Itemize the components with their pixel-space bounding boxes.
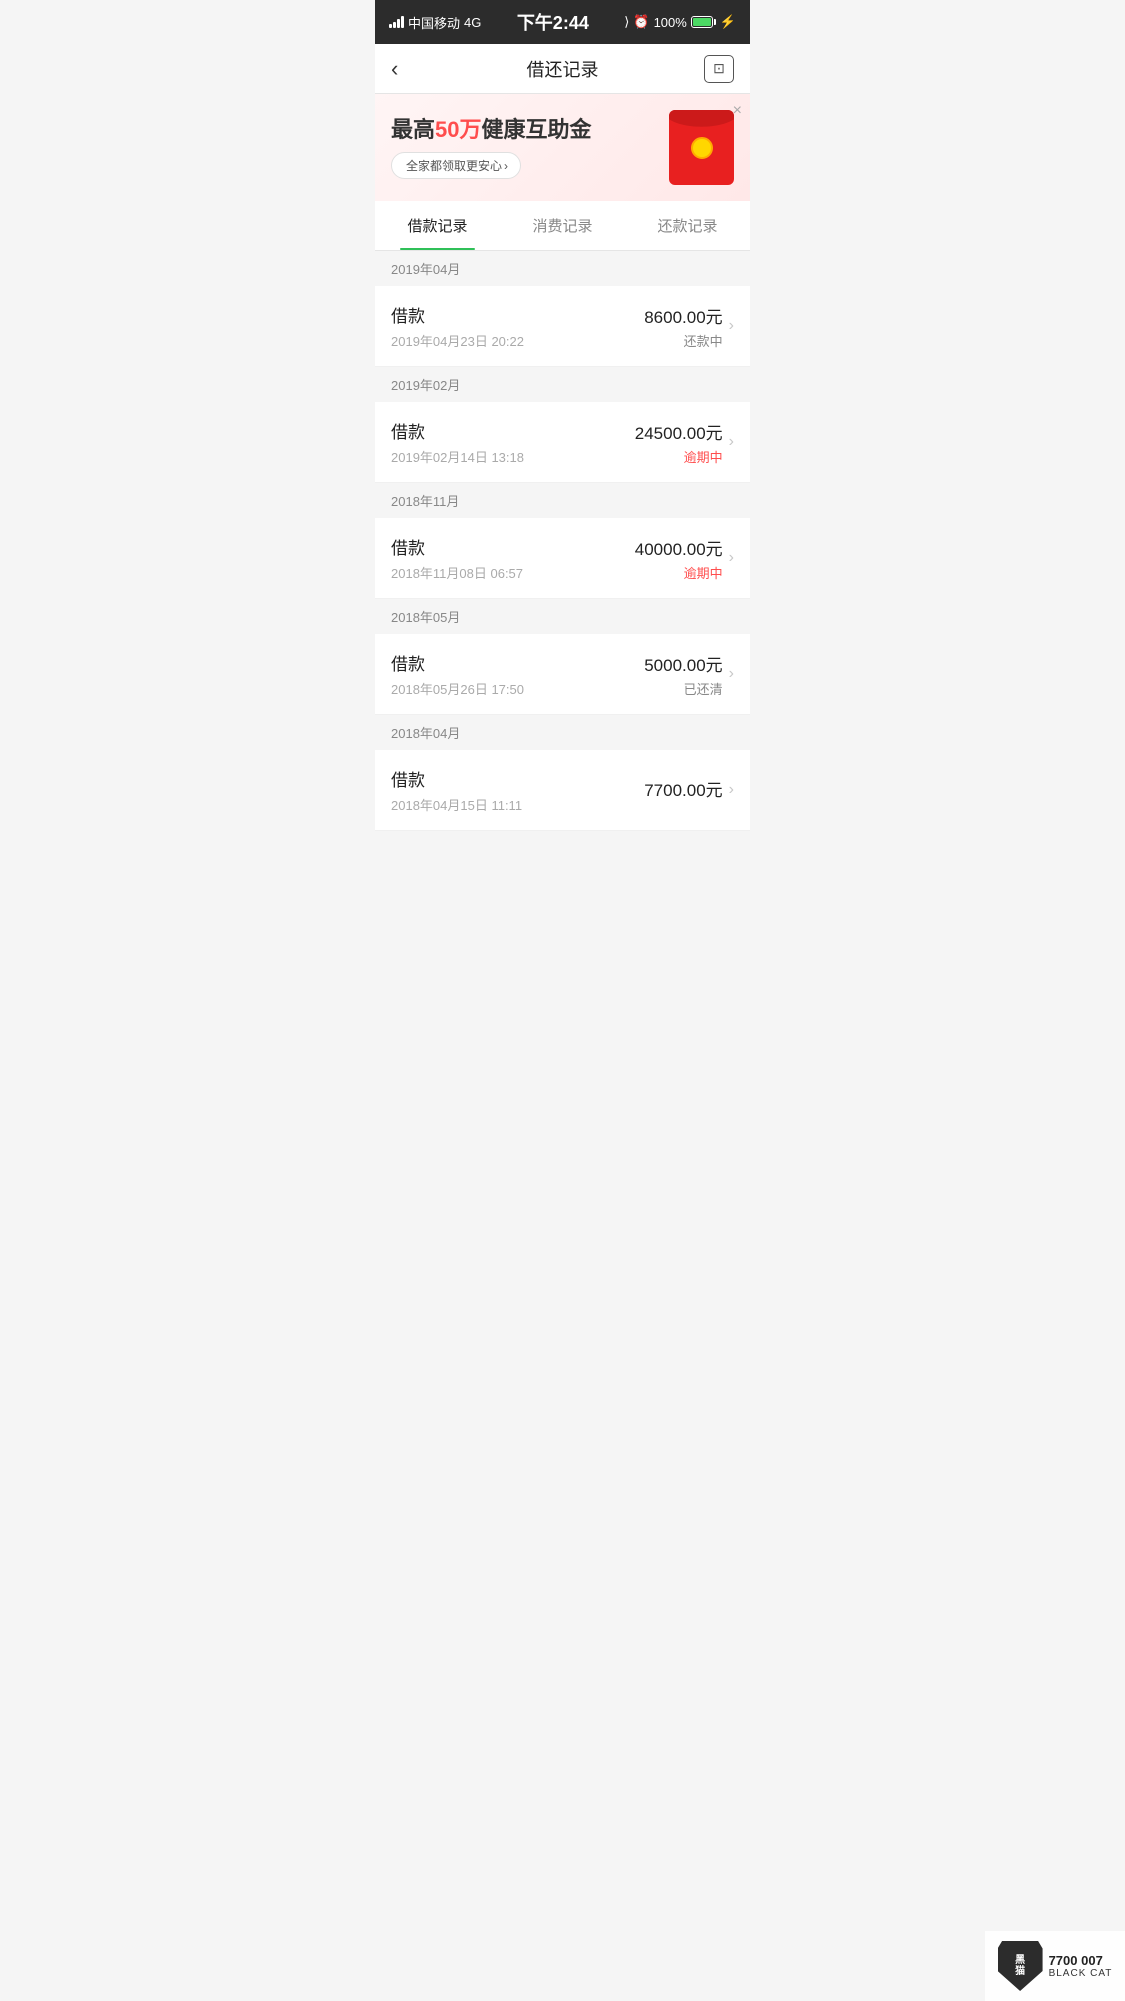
banner-sub-text: 全家都领取更安心 [406, 157, 502, 174]
banner-text: 最高50万健康互助金 全家都领取更安心 › [391, 116, 659, 180]
status-bar: 中国移动 4G 下午2:44 ⟩ ⏰ 100% ⚡ [375, 0, 750, 44]
record-item[interactable]: 借款 2019年04月23日 20:22 8600.00元 还款中 › [375, 286, 750, 367]
charging-icon: ⚡ [720, 14, 736, 30]
banner-title-part2: 健康互助金 [482, 117, 592, 142]
status-time: 下午2:44 [517, 9, 589, 35]
network-label: 4G [464, 15, 481, 30]
banner-title: 最高50万健康互助金 [391, 116, 659, 145]
record-right: 8600.00元 还款中 › [644, 303, 734, 350]
month-header-4: 2018年05月 [375, 599, 750, 634]
record-item[interactable]: 借款 2019年02月14日 13:18 24500.00元 逾期中 › [375, 402, 750, 483]
record-left: 借款 2019年02月14日 13:18 [391, 418, 524, 466]
record-type: 借款 [391, 418, 524, 443]
watermark-brand: BLACK CAT [1049, 1968, 1113, 1979]
back-button[interactable]: ‹ [391, 56, 421, 82]
page-title: 借还记录 [527, 56, 599, 82]
watermark: 黑猫 7700 007 BLACK CAT [985, 1931, 1125, 2001]
month-header-1: 2019年04月 [375, 251, 750, 286]
banner-close-button[interactable]: × [733, 102, 742, 120]
signal-icon [389, 16, 404, 28]
record-type: 借款 [391, 766, 522, 791]
record-arrow-icon: › [729, 781, 734, 799]
record-amount-block: 40000.00元 逾期中 [635, 535, 723, 582]
watermark-shield: 黑猫 [998, 1941, 1043, 1991]
status-right: ⟩ ⏰ 100% ⚡ [624, 14, 736, 30]
record-amount-block: 5000.00元 已还清 [644, 651, 722, 698]
record-amount: 5000.00元 [644, 651, 722, 676]
record-item[interactable]: 借款 2018年04月15日 11:11 7700.00元 › [375, 750, 750, 831]
tabs: 借款记录 消费记录 还款记录 [375, 201, 750, 251]
record-status: 还款中 [644, 331, 722, 350]
envelope-circle [691, 137, 713, 159]
record-amount-block: 8600.00元 还款中 [644, 303, 722, 350]
month-header-3: 2018年11月 [375, 483, 750, 518]
record-item[interactable]: 借款 2018年11月08日 06:57 40000.00元 逾期中 › [375, 518, 750, 599]
record-left: 借款 2018年04月15日 11:11 [391, 766, 522, 814]
record-right: 40000.00元 逾期中 › [635, 535, 734, 582]
record-date: 2018年04月15日 11:11 [391, 795, 522, 814]
month-header-2: 2019年02月 [375, 367, 750, 402]
alarm-icon: ⏰ [633, 14, 649, 30]
battery-icon [691, 16, 716, 28]
watermark-number: 7700 007 [1049, 1953, 1113, 1968]
banner-image [669, 110, 734, 185]
record-left: 借款 2018年11月08日 06:57 [391, 534, 523, 582]
record-amount-block: 7700.00元 [644, 776, 722, 804]
banner-title-part1: 最高 [391, 117, 435, 142]
record-amount: 40000.00元 [635, 535, 723, 560]
record-arrow-icon: › [729, 549, 734, 567]
record-amount: 24500.00元 [635, 419, 723, 444]
location-icon: ⟩ [624, 14, 629, 30]
record-date: 2018年05月26日 17:50 [391, 679, 524, 698]
record-status: 逾期中 [635, 563, 723, 582]
month-header-5: 2018年04月 [375, 715, 750, 750]
record-arrow-icon: › [729, 665, 734, 683]
record-date: 2018年11月08日 06:57 [391, 563, 523, 582]
chat-button[interactable]: ⊡ [704, 55, 734, 83]
nav-bar: ‹ 借还记录 ⊡ [375, 44, 750, 94]
banner: 最高50万健康互助金 全家都领取更安心 › × [375, 94, 750, 201]
record-type: 借款 [391, 650, 524, 675]
record-item[interactable]: 借款 2018年05月26日 17:50 5000.00元 已还清 › [375, 634, 750, 715]
record-date: 2019年04月23日 20:22 [391, 331, 524, 350]
tab-repayments[interactable]: 还款记录 [625, 201, 750, 250]
record-amount: 7700.00元 [644, 776, 722, 801]
tab-consumption[interactable]: 消费记录 [500, 201, 625, 250]
record-status: 逾期中 [635, 447, 723, 466]
record-status: 已还清 [644, 679, 722, 698]
record-date: 2019年02月14日 13:18 [391, 447, 524, 466]
banner-sub-arrow: › [504, 159, 508, 173]
record-arrow-icon: › [729, 317, 734, 335]
record-right: 7700.00元 › [644, 776, 734, 804]
chat-icon: ⊡ [713, 60, 725, 77]
record-left: 借款 2018年05月26日 17:50 [391, 650, 524, 698]
carrier-label: 中国移动 [408, 13, 460, 32]
watermark-label: 7700 007 BLACK CAT [1049, 1953, 1113, 1979]
record-right: 24500.00元 逾期中 › [635, 419, 734, 466]
record-amount-block: 24500.00元 逾期中 [635, 419, 723, 466]
record-amount: 8600.00元 [644, 303, 722, 328]
banner-sub-button[interactable]: 全家都领取更安心 › [391, 152, 521, 179]
tab-loans[interactable]: 借款记录 [375, 201, 500, 250]
banner-title-highlight: 50万 [435, 117, 481, 142]
record-type: 借款 [391, 302, 524, 327]
record-type: 借款 [391, 534, 523, 559]
record-arrow-icon: › [729, 433, 734, 451]
status-left: 中国移动 4G [389, 13, 481, 32]
record-left: 借款 2019年04月23日 20:22 [391, 302, 524, 350]
battery-percent: 100% [654, 15, 687, 30]
watermark-cat-text: 黑猫 [1015, 1955, 1025, 1977]
record-right: 5000.00元 已还清 › [644, 651, 734, 698]
